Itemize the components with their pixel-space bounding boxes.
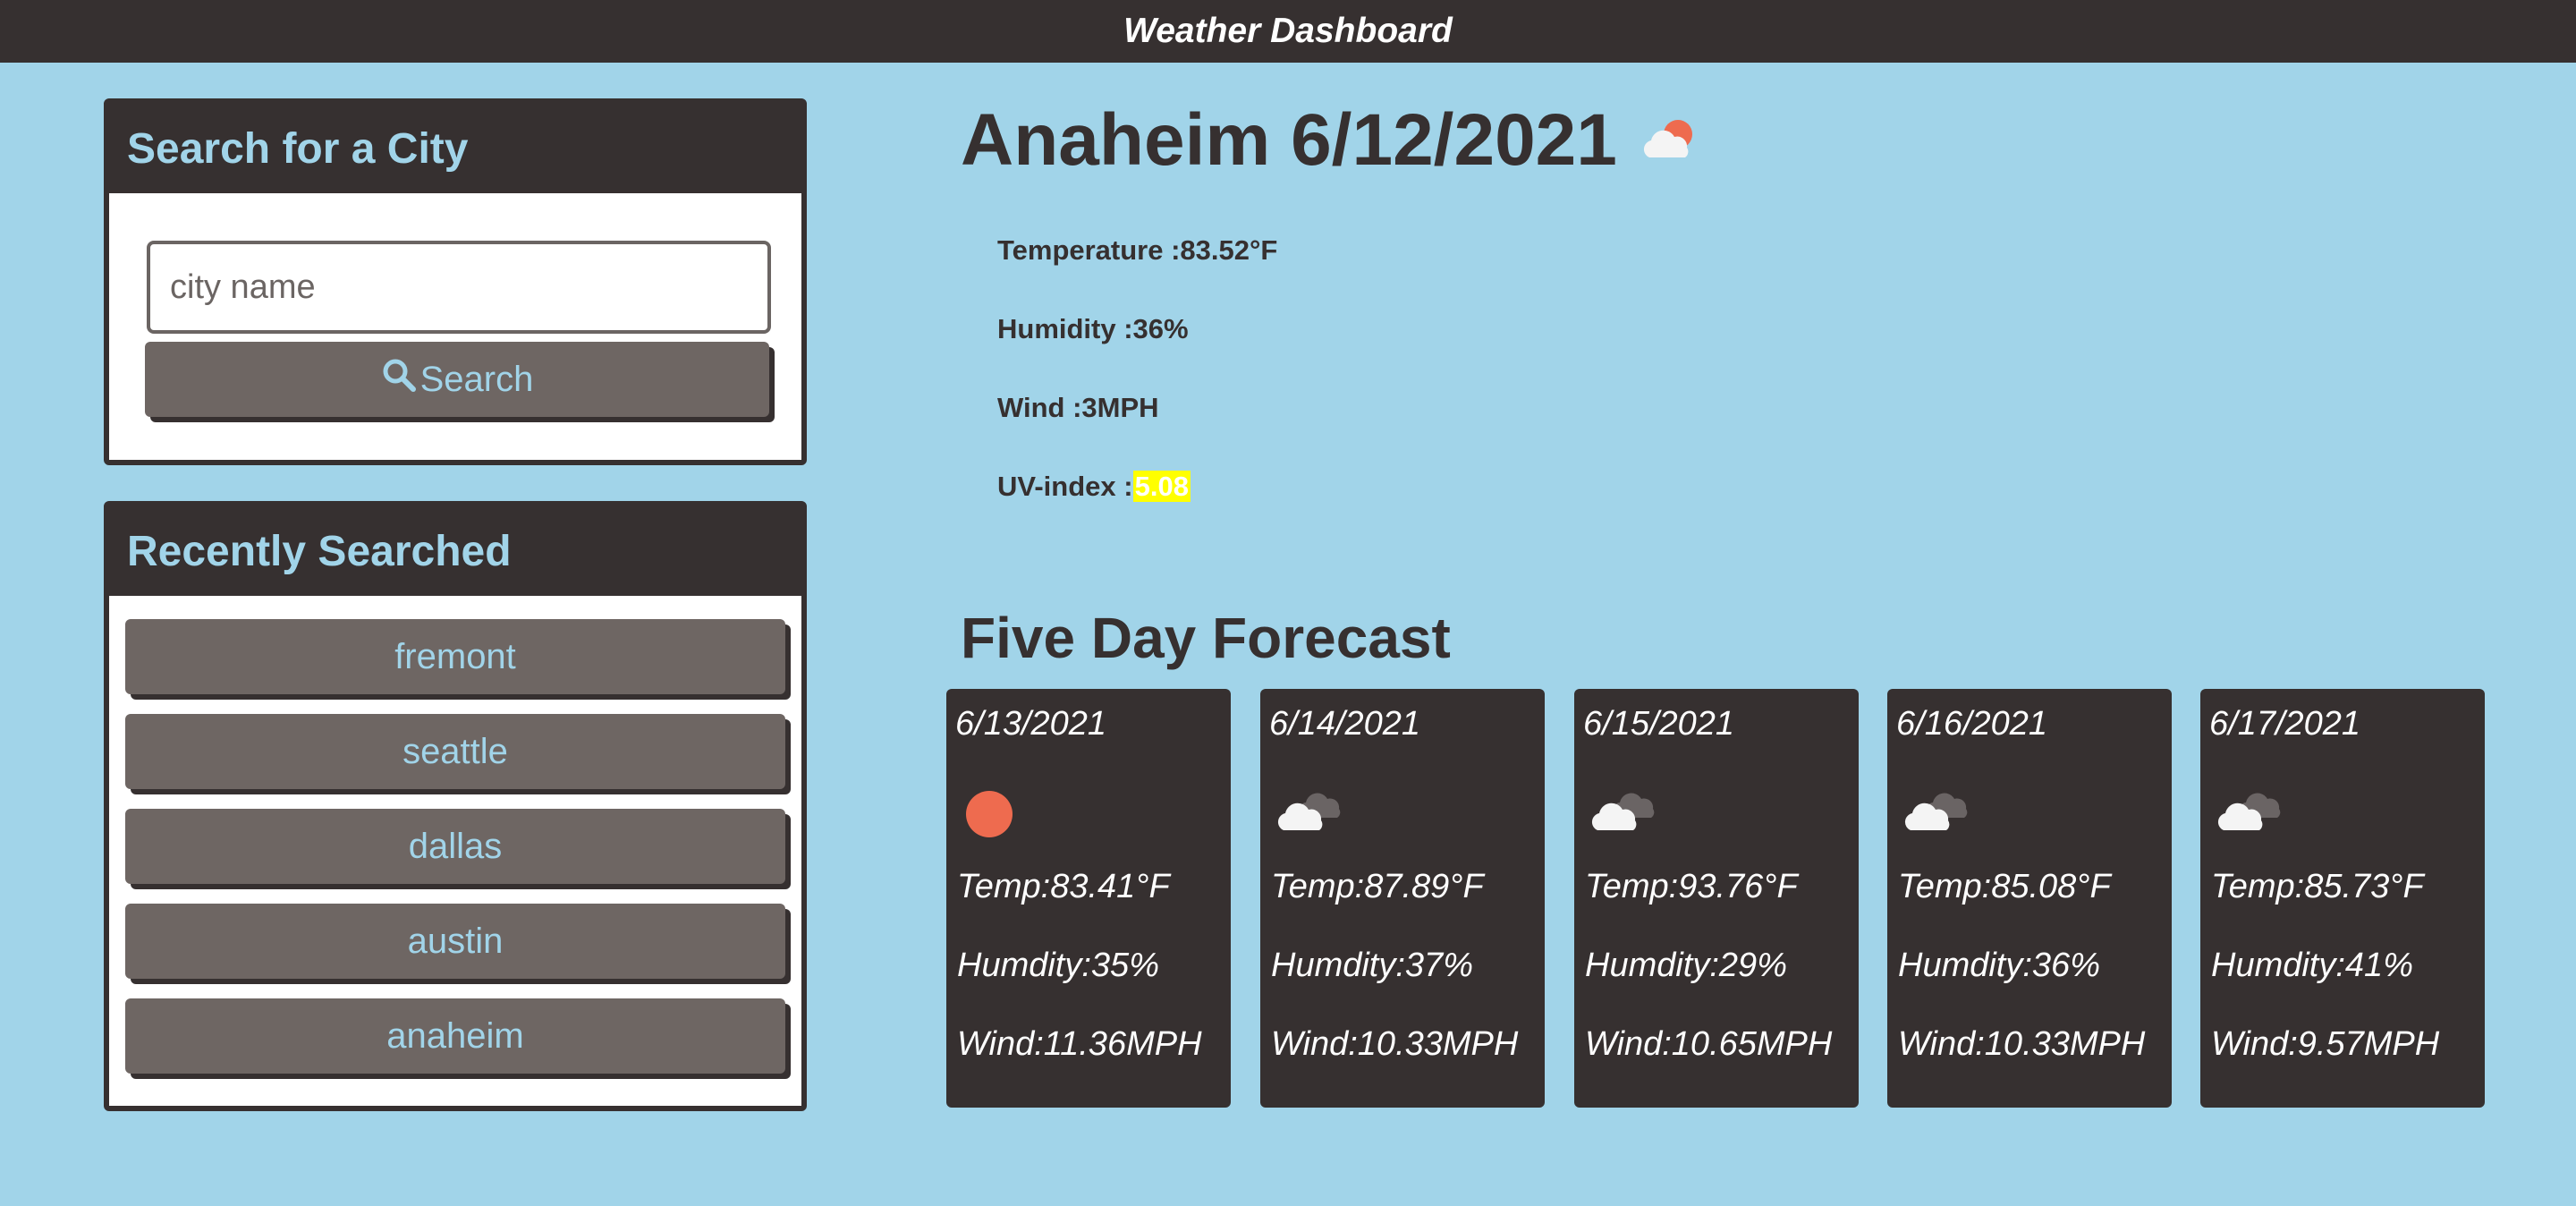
- current-uv-index: UV-index :5.08: [997, 471, 1191, 503]
- forecast-wind: Wind:9.57MPH: [2211, 1025, 2440, 1063]
- city-search-input[interactable]: [147, 241, 771, 334]
- search-button[interactable]: Search: [145, 342, 769, 417]
- search-panel: Search for a City Search: [104, 98, 807, 465]
- forecast-wind: Wind:11.36MPH: [957, 1025, 1202, 1063]
- clouds-icon: [1590, 787, 1658, 838]
- sun-icon: [962, 787, 1016, 845]
- search-button-label: Search: [419, 359, 534, 399]
- forecast-humidity: Humdity:37%: [1271, 947, 1473, 984]
- current-humidity: Humidity :36%: [997, 313, 1189, 344]
- forecast-humidity: Humdity:29%: [1585, 947, 1787, 984]
- forecast-humidity: Humdity:41%: [2211, 947, 2413, 984]
- search-icon: [381, 357, 420, 402]
- clouds-icon: [1903, 787, 1971, 838]
- recent-city-button[interactable]: fremont: [125, 619, 785, 694]
- forecast-temp: Temp:83.41°F: [957, 868, 1170, 905]
- uv-index-label: UV-index :: [997, 471, 1133, 502]
- forecast-date: 6/13/2021: [955, 705, 1107, 743]
- recent-city-button[interactable]: dallas: [125, 809, 785, 884]
- clouds-icon: [2216, 787, 2284, 838]
- forecast-temp: Temp:85.08°F: [1898, 868, 2111, 905]
- partly-cloudy-icon: [1637, 98, 1701, 183]
- current-city-heading: Anaheim 6/12/2021: [961, 99, 1617, 181]
- forecast-temp: Temp:93.76°F: [1585, 868, 1798, 905]
- forecast-temp: Temp:87.89°F: [1271, 868, 1484, 905]
- search-heading: Search for a City: [109, 104, 801, 193]
- recent-panel: Recently Searched fremont seattle dallas…: [104, 501, 807, 1111]
- forecast-card: 6/14/2021 Temp:87.89°F Humdity:37% Wind:…: [1260, 689, 1545, 1108]
- forecast-date: 6/14/2021: [1269, 705, 1421, 743]
- uv-index-badge: 5.08: [1132, 471, 1191, 502]
- recent-list: fremont seattle dallas austin anaheim: [125, 619, 785, 1093]
- current-city-title: Anaheim 6/12/2021: [961, 98, 1701, 183]
- current-temperature: Temperature :83.52°F: [997, 234, 1278, 266]
- forecast-wind: Wind:10.65MPH: [1585, 1025, 1833, 1063]
- recent-heading: Recently Searched: [109, 506, 801, 596]
- recent-city-button[interactable]: austin: [125, 904, 785, 979]
- app-title: Weather Dashboard: [1123, 12, 1453, 50]
- forecast-card: 6/16/2021 Temp:85.08°F Humdity:36% Wind:…: [1887, 689, 2172, 1108]
- forecast-date: 6/16/2021: [1896, 705, 2048, 743]
- current-wind: Wind :3MPH: [997, 392, 1159, 423]
- forecast-heading: Five Day Forecast: [961, 606, 1451, 670]
- forecast-wind: Wind:10.33MPH: [1898, 1025, 2146, 1063]
- app-header: Weather Dashboard: [0, 0, 2576, 63]
- forecast-date: 6/15/2021: [1583, 705, 1735, 743]
- recent-city-button[interactable]: anaheim: [125, 998, 785, 1074]
- forecast-humidity: Humdity:35%: [957, 947, 1159, 984]
- forecast-card: 6/13/2021 Temp:83.41°F Humdity:35% Wind:…: [946, 689, 1231, 1108]
- forecast-date: 6/17/2021: [2209, 705, 2361, 743]
- forecast-temp: Temp:85.73°F: [2211, 868, 2424, 905]
- forecast-card: 6/17/2021 Temp:85.73°F Humdity:41% Wind:…: [2200, 689, 2485, 1108]
- forecast-wind: Wind:10.33MPH: [1271, 1025, 1519, 1063]
- recent-city-button[interactable]: seattle: [125, 714, 785, 789]
- forecast-card: 6/15/2021 Temp:93.76°F Humdity:29% Wind:…: [1574, 689, 1859, 1108]
- clouds-icon: [1276, 787, 1344, 838]
- forecast-humidity: Humdity:36%: [1898, 947, 2100, 984]
